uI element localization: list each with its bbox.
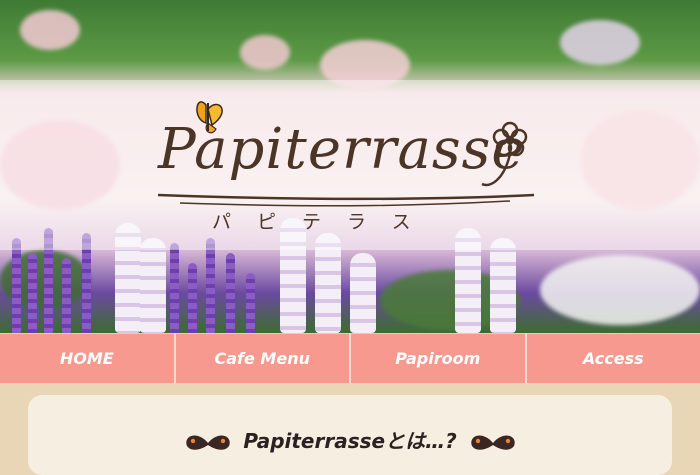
flower-decoration [560,20,640,65]
salvia-flower [188,263,197,333]
nav-papiroom[interactable]: Papiroom [351,333,527,383]
salvia-flower [62,258,71,333]
intro-card: Papiterrasseとは…? [28,395,672,475]
salvia-flower [226,253,235,333]
hero-banner: Papiterrasse パピテラス [0,0,700,333]
salvia-flower [206,238,215,333]
logo-katakana: パピテラス [212,207,437,234]
nav-home[interactable]: HOME [0,333,176,383]
flower-decoration [540,255,700,325]
logo-wordmark: Papiterrasse [158,117,526,182]
flower-decoration [240,35,290,70]
foxglove-flower [490,238,516,333]
foxglove-flower [140,238,166,333]
butterfly-icon [468,432,518,454]
salvia-flower [12,238,21,333]
nav-access[interactable]: Access [527,333,700,383]
site-logo[interactable]: Papiterrasse パピテラス [150,95,540,245]
nav-cafe-menu[interactable]: Cafe Menu [176,333,352,383]
foxglove-flower [350,253,376,333]
salvia-flower [170,243,179,333]
salvia-flower [246,273,255,333]
flower-decoration [20,10,80,50]
main-navigation: HOME Cafe Menu Papiroom Access [0,333,700,383]
salvia-flower [28,253,37,333]
